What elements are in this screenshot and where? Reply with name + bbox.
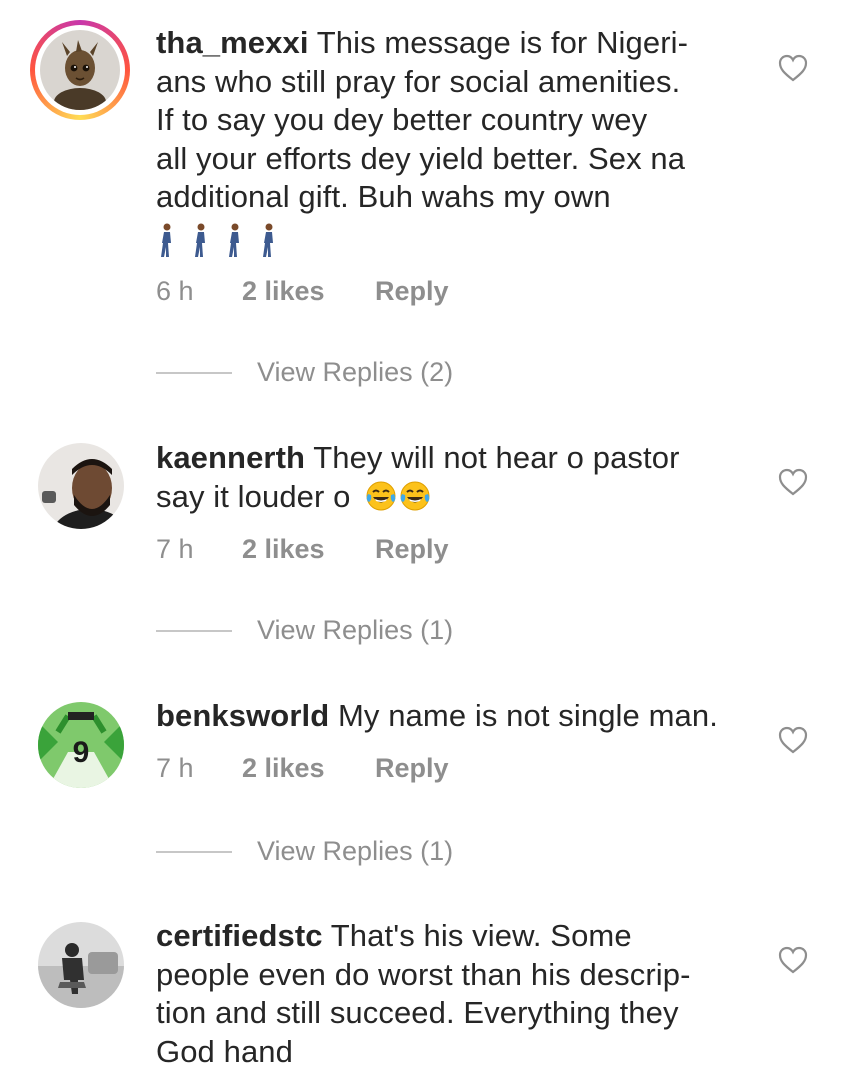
- groot-avatar-image: [40, 30, 120, 110]
- comment-username[interactable]: certifiedstc: [156, 918, 323, 953]
- emoji-row: [156, 221, 756, 261]
- comment-time: 6 h: [156, 276, 194, 306]
- avatar[interactable]: 9: [38, 702, 124, 788]
- reply-button[interactable]: Reply: [375, 753, 449, 784]
- avatar[interactable]: [30, 20, 130, 120]
- avatar[interactable]: [38, 922, 124, 1008]
- reply-button[interactable]: Reply: [375, 534, 449, 565]
- avatar[interactable]: [38, 443, 124, 529]
- comment-body-line: all your efforts dey yield better. Sex n…: [156, 140, 686, 176]
- certifiedstc-avatar-image: [38, 922, 124, 1008]
- comment-body-line: God hand: [156, 1033, 293, 1069]
- kaennerth-avatar-image: [38, 443, 124, 529]
- tears-of-joy-emoji: [400, 481, 430, 510]
- person-walking-emoji: [229, 223, 239, 257]
- view-replies-label: View Replies (1): [257, 615, 454, 645]
- person-walking-emoji: [263, 223, 273, 257]
- heart-outline-icon[interactable]: [778, 726, 808, 754]
- comment-time: 7 h: [156, 534, 194, 564]
- comment-text: tha_mexxi This message is for Nigeri- an…: [156, 24, 756, 261]
- divider-line: [156, 371, 232, 374]
- divider-line: [156, 629, 232, 632]
- comment-meta: 7 h 2 likes Reply: [156, 753, 449, 784]
- comment-body-line: If to say you dey better country wey: [156, 102, 648, 137]
- comment-body-line: My name is not single man.: [337, 698, 718, 733]
- likes-count-button[interactable]: 2 likes: [242, 276, 375, 307]
- person-walking-emoji: [161, 223, 171, 257]
- view-replies-label: View Replies (1): [257, 836, 454, 866]
- comment-text: kaennerth They will not hear o pastor sa…: [156, 439, 756, 516]
- comment-text: benksworld My name is not single man.: [156, 697, 756, 736]
- tears-of-joy-emoji: [366, 481, 396, 510]
- view-replies-button[interactable]: View Replies (2): [156, 357, 453, 388]
- comment-body-line: ans who still pray for social amenities.: [156, 63, 681, 99]
- comment-meta: 6 h 2 likes Reply: [156, 276, 449, 307]
- comment-username[interactable]: tha_mexxi: [156, 25, 309, 60]
- likes-count-button[interactable]: 2 likes: [242, 753, 375, 784]
- comment-time: 7 h: [156, 753, 194, 783]
- comment-body-line: They will not hear o pastor: [313, 440, 680, 475]
- benksworld-avatar-image: 9: [38, 702, 124, 788]
- comment-body-line: say it louder o: [156, 478, 351, 514]
- view-replies-button[interactable]: View Replies (1): [156, 836, 453, 867]
- svg-text:9: 9: [73, 736, 90, 769]
- view-replies-button[interactable]: View Replies (1): [156, 615, 453, 646]
- comment-body-line: This message is for Nigeri-: [316, 25, 689, 60]
- comment-body-line: people even do worst than his descrip-: [156, 956, 691, 992]
- comment-body-line: That's his view. Some: [330, 918, 632, 953]
- likes-count-button[interactable]: 2 likes: [242, 534, 375, 565]
- heart-outline-icon[interactable]: [778, 946, 808, 974]
- comment-username[interactable]: benksworld: [156, 698, 329, 733]
- comment-username[interactable]: kaennerth: [156, 440, 305, 475]
- heart-outline-icon[interactable]: [778, 468, 808, 496]
- reply-button[interactable]: Reply: [375, 276, 449, 307]
- view-replies-label: View Replies (2): [257, 357, 454, 387]
- divider-line: [156, 850, 232, 853]
- comment-meta: 7 h 2 likes Reply: [156, 534, 449, 565]
- comment-body-line: tion and still succeed. Everything they: [156, 995, 679, 1030]
- comment-body-line: additional gift. Buh wahs my own: [156, 179, 611, 214]
- comment-text: certifiedstc That's his view. Some peopl…: [156, 917, 756, 1071]
- person-walking-emoji: [195, 223, 205, 257]
- heart-outline-icon[interactable]: [778, 54, 808, 82]
